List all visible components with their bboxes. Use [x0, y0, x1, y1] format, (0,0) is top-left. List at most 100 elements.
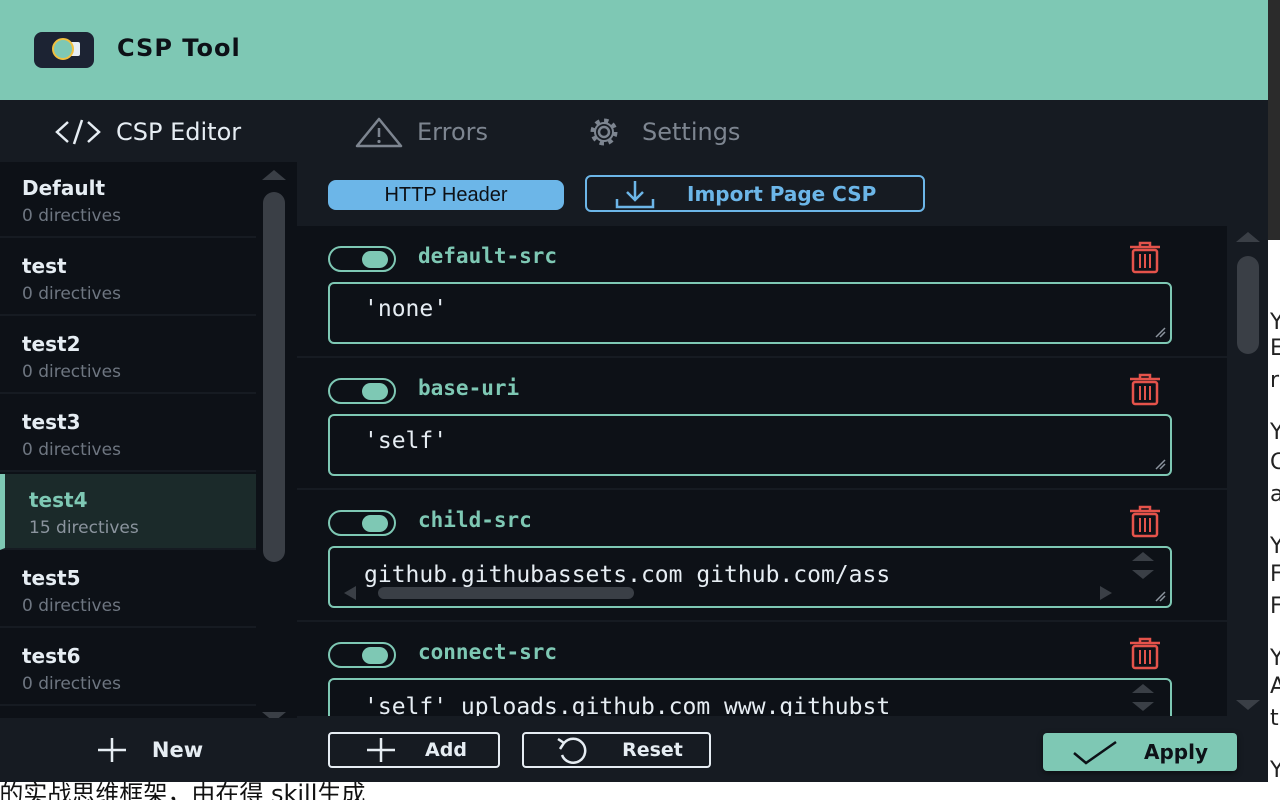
new-policy-button[interactable]: New: [0, 718, 297, 782]
sidebar-item-name: Default: [22, 176, 106, 200]
directive-list: default-src 'none' base-uri 'self' child…: [297, 226, 1227, 716]
sidebar-item-count: 0 directives: [22, 440, 121, 460]
directive-list-scrollbar[interactable]: [1236, 226, 1260, 716]
background-text: Y: [1270, 310, 1280, 335]
http-header-button[interactable]: HTTP Header: [328, 180, 564, 210]
background-text: F: [1270, 594, 1280, 619]
add-directive-button[interactable]: Add: [328, 732, 500, 768]
app-logo-icon: [34, 32, 94, 68]
sidebar-item-name: test5: [22, 566, 81, 590]
checkmark-icon: [1073, 740, 1117, 765]
sidebar-item-name: test6: [22, 644, 81, 668]
scroll-up-icon[interactable]: [1236, 232, 1260, 242]
sidebar-item-test4[interactable]: test4 15 directives: [0, 474, 256, 550]
directive-toggle[interactable]: [328, 642, 396, 668]
sidebar-item-name: test2: [22, 332, 81, 356]
directive-name: base-uri: [418, 376, 520, 400]
scroll-down-icon[interactable]: [1236, 700, 1260, 710]
sidebar-item-count: 0 directives: [22, 596, 121, 616]
sidebar-item-test5[interactable]: test5 0 directives: [0, 552, 256, 628]
sidebar-item-name: test3: [22, 410, 81, 434]
editor-footer: Add Reset Apply: [297, 718, 1268, 782]
directive-row-connect-src: connect-src 'self' uploads.github.com ww…: [297, 622, 1227, 716]
csp-editor-panel: HTTP Header Import Page CSP default-src …: [297, 162, 1268, 782]
plus-icon: [97, 738, 126, 762]
tab-settings[interactable]: Settings: [580, 114, 740, 150]
background-text: Y: [1270, 534, 1280, 559]
sidebar-item-test[interactable]: test 0 directives: [0, 240, 256, 316]
sidebar-item-count: 15 directives: [29, 518, 139, 538]
warning-icon: [355, 117, 403, 148]
directive-value: 'none': [364, 296, 448, 322]
background-page-right-edge: Y E r Y C a Y F F Y A t Y: [1268, 0, 1280, 800]
sidebar-item-test3[interactable]: test3 0 directives: [0, 396, 256, 472]
directive-value-textarea[interactable]: 'none': [328, 282, 1172, 344]
sidebar-item-default[interactable]: Default 0 directives: [0, 162, 256, 238]
trash-icon[interactable]: [1125, 636, 1165, 670]
add-label: Add: [425, 739, 467, 761]
app-title: CSP Tool: [117, 34, 241, 62]
directive-row-default-src: default-src 'none': [297, 226, 1227, 358]
background-text: ]的实战思维框架，由在得 skill生成: [0, 782, 366, 800]
reset-label: Reset: [622, 739, 683, 761]
scroll-thumb[interactable]: [263, 192, 285, 562]
background-text: a: [1270, 482, 1280, 507]
policy-sidebar: Default 0 directives test 0 directives t…: [0, 162, 297, 782]
scroll-thumb[interactable]: [1237, 256, 1259, 354]
plus-icon: [367, 738, 396, 762]
textarea-vertical-scrollbar[interactable]: [1132, 684, 1154, 716]
reset-icon: [557, 737, 587, 764]
trash-icon[interactable]: [1125, 240, 1165, 274]
trash-icon[interactable]: [1125, 504, 1165, 538]
sidebar-item-count: 0 directives: [22, 284, 121, 304]
directive-toggle[interactable]: [328, 510, 396, 536]
new-button-label: New: [151, 738, 204, 762]
background-text: C: [1270, 450, 1280, 475]
reset-button[interactable]: Reset: [522, 732, 711, 768]
background-text: Y: [1270, 420, 1280, 445]
tab-label: CSP Editor: [116, 118, 242, 146]
background-text: A: [1270, 674, 1280, 699]
directive-toggle[interactable]: [328, 246, 396, 272]
directive-value-textarea[interactable]: 'self' uploads.github.com www.githubst: [328, 678, 1172, 716]
apply-button[interactable]: Apply: [1043, 733, 1237, 771]
main-nav: CSP Editor Errors Settings: [0, 100, 1268, 162]
directive-value: github.githubassets.com github.com/ass: [364, 562, 891, 588]
textarea-horizontal-scrollbar[interactable]: [344, 586, 1134, 600]
textarea-vertical-scrollbar[interactable]: [1132, 552, 1154, 592]
sidebar-item-name: test: [22, 254, 67, 278]
trash-icon[interactable]: [1125, 372, 1165, 406]
gear-icon: [590, 118, 618, 146]
directive-row-base-uri: base-uri 'self': [297, 358, 1227, 490]
resize-grip-icon[interactable]: [1154, 590, 1166, 602]
directive-row-child-src: child-src github.githubassets.com github…: [297, 490, 1227, 622]
scroll-up-icon[interactable]: [262, 170, 286, 180]
sidebar-item-count: 0 directives: [22, 674, 121, 694]
background-text: Y: [1270, 758, 1280, 783]
resize-grip-icon[interactable]: [1154, 326, 1166, 338]
csp-tool-window: CSP Tool CSP Editor Errors Settings Defa…: [0, 0, 1268, 782]
download-icon: [615, 180, 655, 208]
code-icon: [55, 119, 101, 145]
import-label: Import Page CSP: [687, 181, 877, 206]
background-text: Y: [1270, 646, 1280, 671]
background-text: E: [1270, 336, 1280, 361]
directive-toggle[interactable]: [328, 378, 396, 404]
sidebar-item-test2[interactable]: test2 0 directives: [0, 318, 256, 394]
background-text: t: [1270, 706, 1279, 731]
directive-value-textarea[interactable]: github.githubassets.com github.com/ass: [328, 546, 1172, 608]
tab-errors[interactable]: Errors: [355, 114, 488, 150]
directive-name: default-src: [418, 244, 558, 268]
tab-csp-editor[interactable]: CSP Editor: [54, 114, 241, 150]
tab-label: Settings: [642, 118, 741, 146]
directive-value-textarea[interactable]: 'self': [328, 414, 1172, 476]
import-page-csp-button[interactable]: Import Page CSP: [585, 175, 925, 212]
sidebar-item-count: 0 directives: [22, 206, 121, 226]
apply-label: Apply: [1143, 740, 1208, 764]
directive-value: 'self': [364, 428, 448, 454]
resize-grip-icon[interactable]: [1154, 458, 1166, 470]
sidebar-item-test6[interactable]: test6 0 directives: [0, 630, 256, 706]
background-text: F: [1270, 562, 1280, 587]
directive-name: connect-src: [418, 640, 558, 664]
sidebar-scrollbar[interactable]: [262, 162, 286, 722]
